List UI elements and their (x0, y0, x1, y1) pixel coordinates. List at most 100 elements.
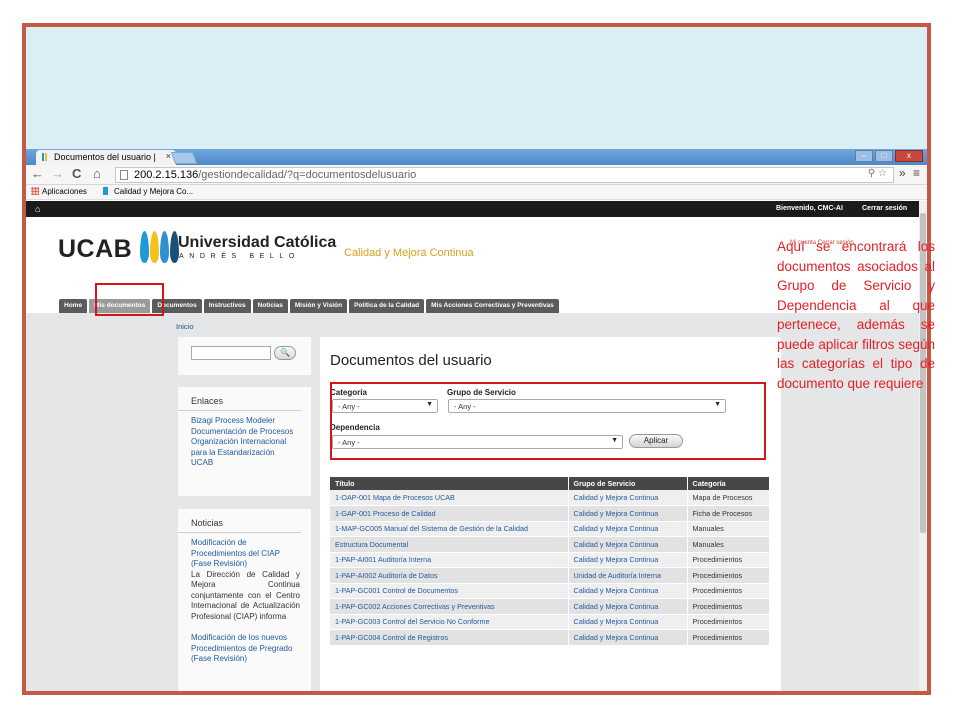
enlace-ucab[interactable]: UCAB (178, 458, 298, 469)
ucab-logo-drops (140, 231, 179, 265)
table-row: Estructura Documental Calidad y Mejora Co… (330, 536, 770, 553)
cell-title[interactable]: 1-MAP-GC005 Manual del Sistema de Gestió… (330, 521, 569, 537)
url-path: /gestiondecalidad/?q=documentosdelusuari… (198, 169, 417, 181)
cell-grupo[interactable]: Calidad y Mejora Continua (568, 598, 688, 615)
reload-icon[interactable]: C (72, 166, 81, 181)
ucab-logo-text: UCAB (58, 235, 133, 263)
table-row: 1-PAP-GC002 Acciones Correctivas y Preve… (330, 598, 770, 615)
noticia-title[interactable]: Modificación de Procedimientos del CIAP … (178, 538, 298, 570)
close-window-icon[interactable]: x (895, 150, 923, 162)
noticia-title[interactable]: Modificación de los nuevos Procedimiento… (178, 633, 298, 665)
annotation-text: Aquí se encontrará los documentos asocia… (777, 239, 935, 391)
enlace-documentacion[interactable]: Documentación de Procesos (178, 427, 298, 438)
apps-grid-icon (31, 187, 39, 195)
table-row: 1-MAP-GC005 Manual del Sistema de Gestió… (330, 521, 770, 537)
university-name: Universidad Católica (178, 234, 337, 251)
breadcrumb[interactable]: Inicio (176, 322, 194, 331)
tab-mision-vision[interactable]: Misión y Visión (289, 299, 348, 313)
home-icon[interactable]: ⌂ (35, 204, 40, 214)
table-row: 1-PAP-AI002 Auditoría de Datos Unidad de … (330, 567, 770, 584)
search-input[interactable] (191, 346, 271, 360)
window-controls: – □ x (855, 150, 923, 162)
cell-grupo[interactable]: Calidad y Mejora Continua (568, 614, 688, 630)
cell-title[interactable]: 1-OAP-001 Mapa de Procesos UCAB (330, 490, 569, 506)
tab-noticias[interactable]: Noticias (252, 299, 288, 313)
cell-categoria: Ficha de Procesos (687, 505, 770, 522)
cell-grupo[interactable]: Calidad y Mejora Continua (568, 583, 688, 599)
cell-title[interactable]: 1-PAP-GC004 Control de Registros (330, 629, 569, 646)
bookmark-label: Aplicaciones (42, 187, 87, 196)
tab-instructivos[interactable]: Instructivos (203, 299, 251, 313)
page-title: Documentos del usuario (330, 352, 492, 369)
cell-grupo[interactable]: Calidad y Mejora Continua (568, 505, 688, 522)
ucab-favicon-icon (103, 187, 108, 195)
favicon-icon (42, 153, 47, 161)
forward-icon[interactable]: → (51, 166, 64, 181)
documents-table: Título Grupo de Servicio Categoría 1-OAP… (330, 477, 770, 646)
back-icon[interactable]: ← (31, 166, 44, 181)
address-bar[interactable]: 200.2.15.136/gestiondecalidad/?q=documen… (115, 167, 894, 183)
welcome-text: Bienvenido, CMC-AI (776, 205, 843, 212)
maximize-icon[interactable]: □ (875, 150, 893, 162)
table-row: 1-PAP-GC003 Control del Servicio No Conf… (330, 614, 770, 630)
cell-categoria: Procedimientos (687, 567, 770, 584)
table-body: 1-OAP-001 Mapa de Procesos UCAB Calidad y… (330, 490, 770, 646)
site-topbar: ⌂ Bienvenido, CMC-AI Cerrar sesión (26, 201, 919, 217)
logo-drop-icon (140, 231, 149, 263)
browser-toolbar: ← → C ⌂ 200.2.15.136/gestiondecalidad/?q… (26, 165, 927, 185)
enlace-bizagi[interactable]: Bizagi Process Modeler (178, 416, 298, 427)
table-row: 1-OAP-001 Mapa de Procesos UCAB Calidad y… (330, 490, 770, 506)
table-row: 1-GAP-001 Proceso de Calidad Calidad y Me… (330, 505, 770, 522)
cell-grupo[interactable]: Calidad y Mejora Continua (568, 629, 688, 646)
logo-drop-icon (160, 231, 169, 263)
cell-grupo[interactable]: Calidad y Mejora Continua (568, 521, 688, 537)
url-host: 200.2.15.136 (134, 169, 199, 181)
extensions-more-icon[interactable]: » (899, 166, 906, 180)
cell-categoria: Procedimientos (687, 552, 770, 568)
bookmark-label: Calidad y Mejora Co... (114, 187, 194, 196)
cell-categoria: Manuales (687, 536, 770, 553)
menu-icon[interactable]: ≡ (913, 166, 920, 180)
cell-title[interactable]: 1-PAP-AI001 Auditoría Interna (330, 552, 569, 568)
cell-title[interactable]: 1-PAP-GC002 Acciones Correctivas y Preve… (330, 598, 569, 615)
cell-title[interactable]: 1-PAP-GC003 Control del Servicio No Conf… (330, 614, 569, 630)
page-icon (120, 170, 128, 180)
cell-categoria: Procedimientos (687, 629, 770, 646)
column-header[interactable]: Categoría (687, 477, 770, 490)
logout-link[interactable]: Cerrar sesión (862, 205, 907, 212)
search-button[interactable]: 🔍 (274, 346, 296, 360)
cell-grupo[interactable]: Calidad y Mejora Continua (568, 552, 688, 568)
zoom-star-icon[interactable]: ⚲ ☆ (868, 168, 887, 179)
cell-title[interactable]: 1-PAP-AI002 Auditoría de Datos (330, 567, 569, 584)
table-row: 1-PAP-GC001 Control de Documentos Calidad… (330, 583, 770, 599)
tab-home[interactable]: Home (59, 299, 88, 313)
table-header-row: Título Grupo de Servicio Categoría (330, 477, 770, 490)
bookmark-calidad[interactable]: Calidad y Mejora Co... (103, 187, 193, 196)
browser-tab[interactable]: Documentos del usuario | × (36, 150, 176, 165)
column-header[interactable]: Grupo de Servicio (568, 477, 688, 490)
bookmark-apps[interactable]: Aplicaciones (31, 187, 87, 196)
minimize-icon[interactable]: – (855, 150, 873, 162)
tab-acciones[interactable]: Mis Acciones Correctivas y Preventivas (426, 299, 559, 313)
enlaces-block: Enlaces Bizagi Process Modeler Documenta… (178, 387, 311, 496)
highlight-mis-documentos (95, 283, 164, 316)
home-icon[interactable]: ⌂ (93, 166, 101, 181)
column-header[interactable]: Título (330, 477, 569, 490)
cell-categoria: Mapa de Procesos (687, 490, 770, 506)
cell-categoria: Manuales (687, 521, 770, 537)
table-row: 1-PAP-AI001 Auditoría Interna Calidad y M… (330, 552, 770, 568)
tab-title: Documentos del usuario | (54, 152, 156, 162)
section-title: Calidad y Mejora Continua (344, 247, 474, 259)
enlace-iso[interactable]: Organización Internacional para la Estan… (178, 437, 298, 458)
cell-grupo[interactable]: Calidad y Mejora Continua (568, 536, 688, 553)
cell-grupo[interactable]: Unidad de Auditoría Interna (568, 567, 688, 584)
highlight-filters (330, 382, 766, 460)
cell-title[interactable]: Estructura Documental (330, 536, 569, 553)
cell-title[interactable]: 1-GAP-001 Proceso de Calidad (330, 505, 569, 522)
cell-categoria: Procedimientos (687, 598, 770, 615)
cell-categoria: Procedimientos (687, 614, 770, 630)
cell-title[interactable]: 1-PAP-GC001 Control de Documentos (330, 583, 569, 599)
tab-politica[interactable]: Política de la Calidad (349, 299, 425, 313)
new-tab-button[interactable] (170, 152, 198, 164)
cell-grupo[interactable]: Calidad y Mejora Continua (568, 490, 688, 506)
